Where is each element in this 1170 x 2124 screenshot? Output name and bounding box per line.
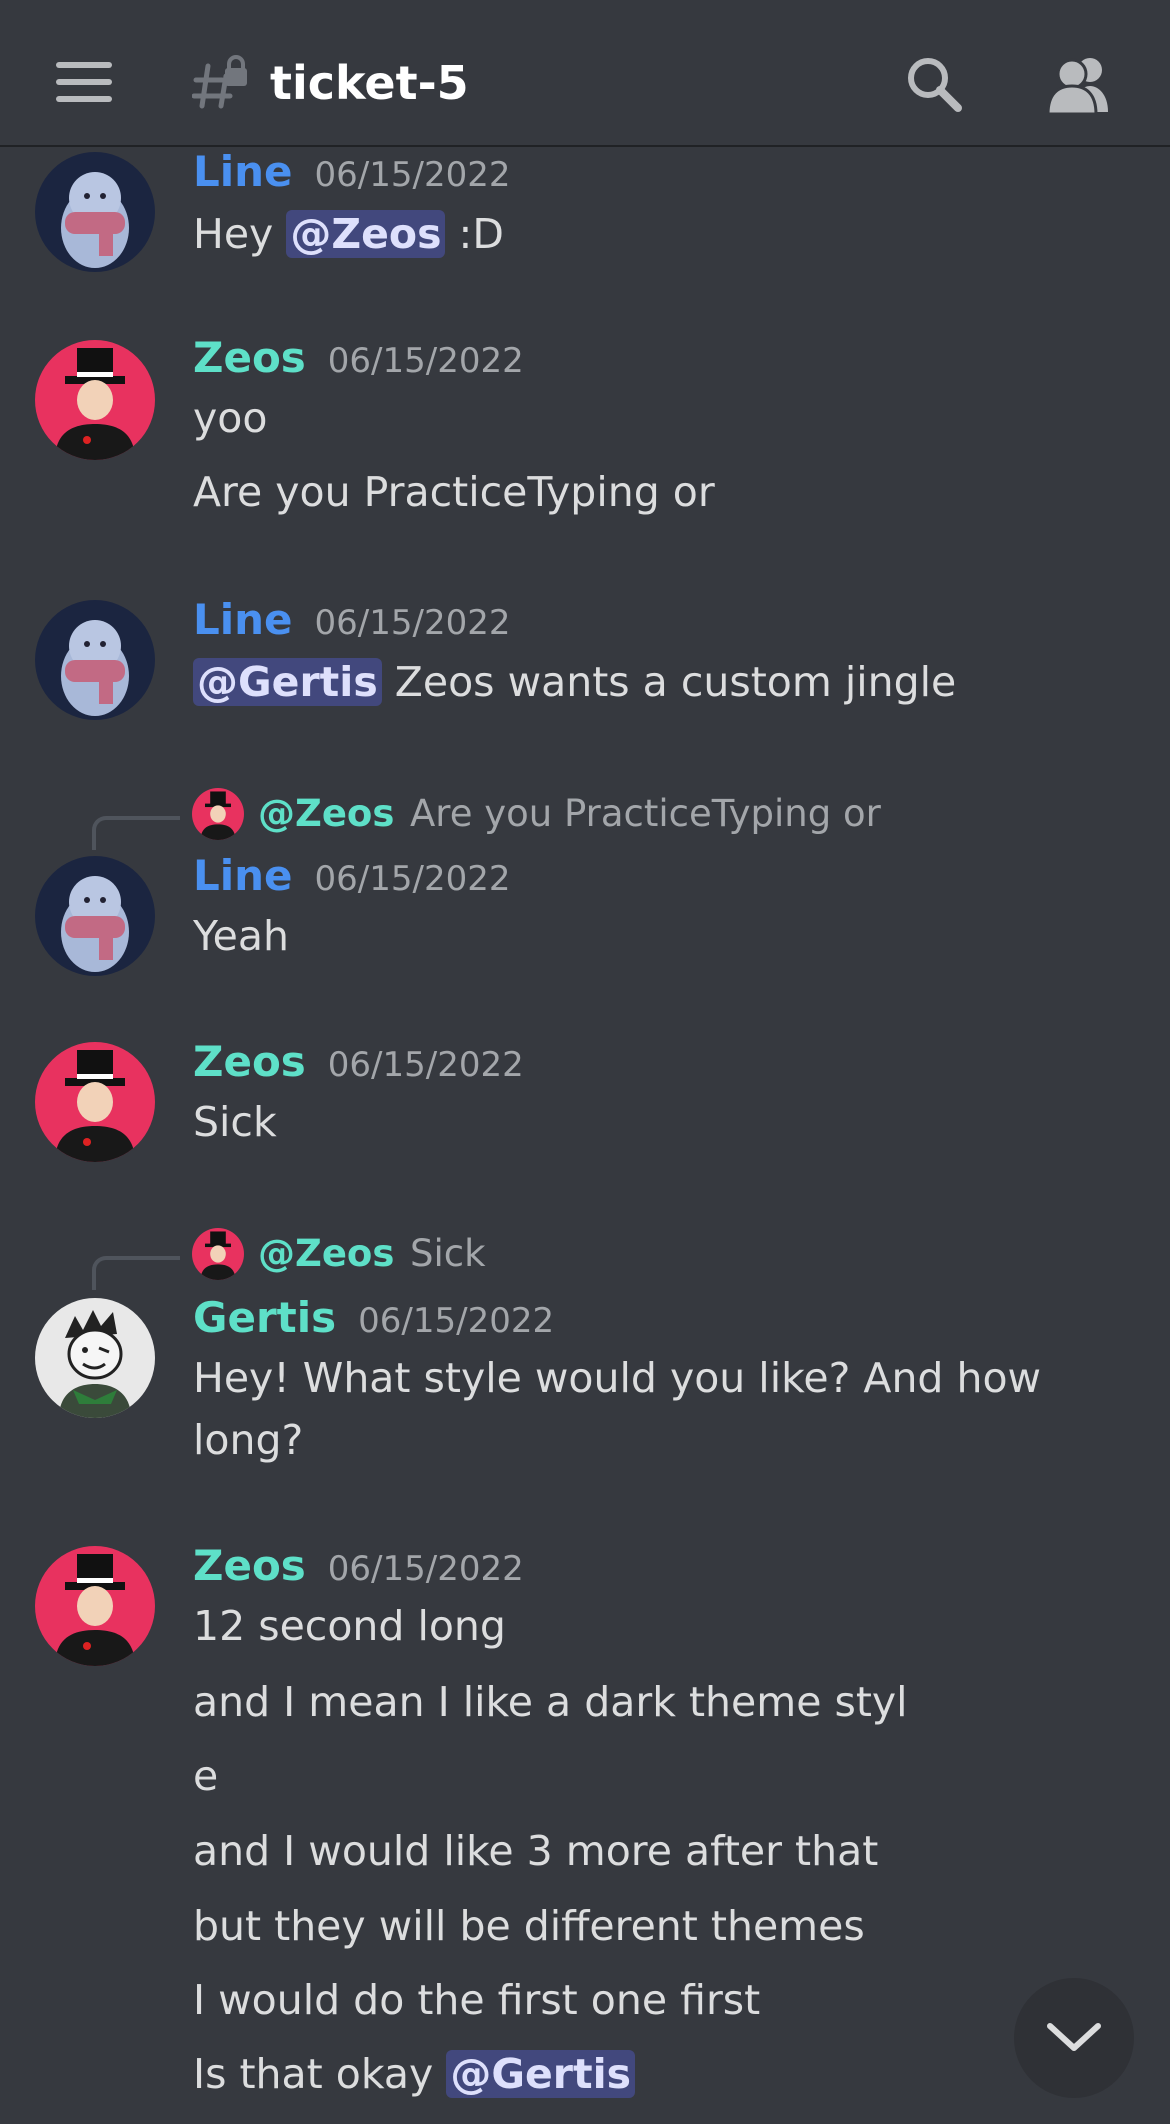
mention[interactable]: @Gertis bbox=[193, 658, 382, 706]
avatar-zeos[interactable] bbox=[35, 1546, 155, 1666]
channel-name: ticket-5 bbox=[270, 56, 469, 110]
timestamp: 06/15/2022 bbox=[358, 1301, 555, 1341]
avatar-zeos[interactable] bbox=[35, 340, 155, 460]
timestamp: 06/15/2022 bbox=[314, 155, 511, 195]
mention[interactable]: @Zeos bbox=[286, 210, 446, 258]
channel-header: ticket-5 bbox=[0, 0, 1170, 147]
message-text: Yeah bbox=[193, 912, 289, 960]
message-text: e bbox=[193, 1752, 219, 1800]
reply-preview[interactable]: @Zeos Are you PracticeTyping or bbox=[0, 786, 1170, 850]
mention[interactable]: @Gertis bbox=[446, 2050, 636, 2098]
members-icon[interactable] bbox=[1046, 54, 1114, 114]
timestamp: 06/15/2022 bbox=[327, 341, 524, 381]
reply-text: Are you PracticeTyping or bbox=[410, 792, 881, 835]
message-text: Is that okay @Gertis bbox=[193, 2046, 636, 2102]
author-name[interactable]: Zeos bbox=[193, 1541, 306, 1590]
message-text: but they will be different themes bbox=[193, 1902, 865, 1950]
message-text: 12 second long bbox=[193, 1602, 506, 1650]
reply-spine bbox=[92, 816, 180, 850]
timestamp: 06/15/2022 bbox=[314, 603, 511, 643]
avatar-line[interactable] bbox=[35, 600, 155, 720]
reply-preview[interactable]: @Zeos Sick bbox=[0, 1226, 1170, 1290]
timestamp: 06/15/2022 bbox=[327, 1045, 524, 1085]
author-name[interactable]: Zeos bbox=[193, 1037, 306, 1086]
avatar-line[interactable] bbox=[35, 152, 155, 272]
timestamp: 06/15/2022 bbox=[314, 859, 511, 899]
reply-author: @Zeos bbox=[258, 1232, 395, 1275]
message-text: I would do the first one first bbox=[193, 1976, 761, 2024]
message-text: Sick bbox=[193, 1098, 277, 1146]
reply-text: Sick bbox=[410, 1232, 486, 1275]
reply-author: @Zeos bbox=[258, 792, 395, 835]
search-icon[interactable] bbox=[904, 54, 964, 114]
message-text: @Gertis Zeos wants a custom jingle bbox=[193, 654, 956, 710]
message-text: and I would like 3 more after that bbox=[193, 1827, 879, 1875]
author-name[interactable]: Line bbox=[193, 851, 293, 900]
message-text: Hey! What style would you like? And how bbox=[193, 1354, 1042, 1402]
message-text: yoo bbox=[193, 394, 268, 442]
jump-to-present-button[interactable] bbox=[1014, 1978, 1134, 2098]
chevron-down-icon bbox=[1047, 2023, 1101, 2051]
reply-avatar-zeos bbox=[192, 788, 244, 840]
message-text: and I mean I like a dark theme styl bbox=[193, 1678, 908, 1726]
timestamp: 06/15/2022 bbox=[327, 1549, 524, 1589]
message-text: Are you PracticeTyping or bbox=[193, 468, 715, 516]
message-text: Hey @Zeos :D bbox=[193, 210, 504, 258]
avatar-gertis[interactable] bbox=[35, 1298, 155, 1418]
reply-spine bbox=[92, 1256, 180, 1290]
author-name[interactable]: Line bbox=[193, 595, 293, 644]
author-name[interactable]: Gertis bbox=[193, 1293, 336, 1342]
avatar-zeos[interactable] bbox=[35, 1042, 155, 1162]
hamburger-menu-icon[interactable] bbox=[56, 62, 112, 102]
reply-avatar-zeos bbox=[192, 1228, 244, 1280]
author-name[interactable]: Line bbox=[193, 147, 293, 196]
message-text: long? bbox=[193, 1416, 304, 1464]
avatar-line[interactable] bbox=[35, 856, 155, 976]
locked-hash-icon bbox=[192, 55, 247, 109]
author-name[interactable]: Zeos bbox=[193, 333, 306, 382]
